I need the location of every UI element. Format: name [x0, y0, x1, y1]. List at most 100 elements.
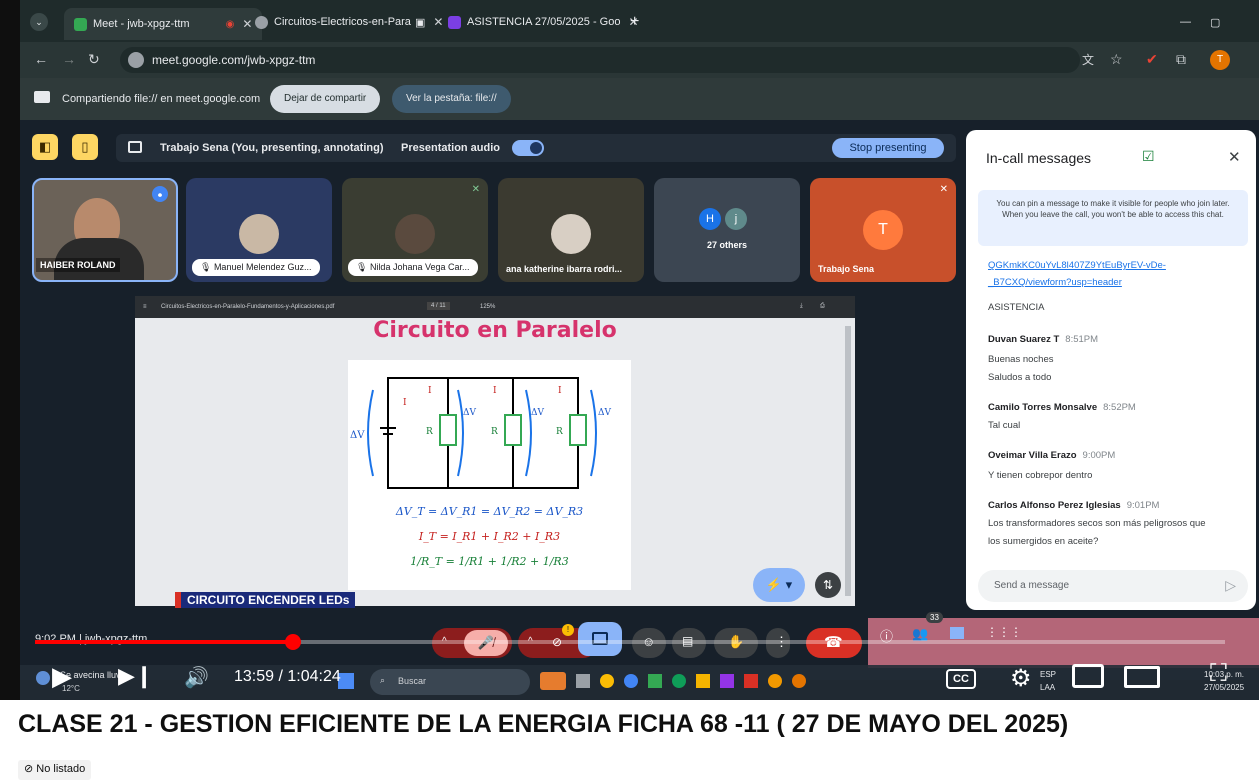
participant-tile[interactable]: ana katherine ibarra rodri... — [498, 178, 644, 282]
svg-text:R: R — [556, 427, 563, 437]
extensions-icon[interactable]: ⧉ — [1176, 51, 1186, 68]
chrome-icon[interactable] — [600, 674, 614, 688]
back-icon[interactable]: ← — [34, 51, 48, 67]
message-time: 8:52PM — [1103, 402, 1136, 413]
form-link-line: QGKmkKC0uYvL8l407Z9YtEuByrEV-vDe- — [988, 260, 1166, 271]
participant-tile[interactable]: ✕ 🎙 Nilda Johana Vega Car... — [342, 178, 488, 282]
edge-icon[interactable] — [672, 674, 686, 688]
avatar — [395, 214, 435, 254]
in-call-messages-panel: In-call messages ☑ ✕ You can pin a messa… — [966, 130, 1256, 610]
pdf-zoom[interactable]: 125% — [480, 304, 495, 310]
presentation-audio-label: Presentation audio — [401, 142, 501, 154]
taskbar-app-icon[interactable] — [576, 674, 590, 688]
video-player[interactable]: ⌄ Meet - jwb-xpgz-ttm ◉ ✕ Circuitos-Elec… — [0, 0, 1259, 700]
svg-text:ΔV: ΔV — [350, 430, 365, 441]
pin-check-icon[interactable]: ☑ — [1142, 148, 1155, 165]
site-info-icon[interactable] — [128, 52, 144, 68]
taskbar-search[interactable]: ⌕ Buscar — [370, 669, 530, 695]
tab-menu-button[interactable]: ⌄ — [30, 10, 48, 34]
message-time: 9:00PM — [1082, 450, 1116, 461]
present-button[interactable] — [578, 622, 622, 656]
settings-gear-icon[interactable]: ⚙ — [1010, 664, 1032, 693]
message-time: 8:51PM — [1065, 334, 1099, 345]
svg-text:R: R — [491, 427, 498, 437]
video-title: CLASE 21 - GESTION EFICIENTE DE LA ENERG… — [18, 710, 1069, 738]
next-icon[interactable]: ▶❙ — [118, 663, 153, 689]
subtitles-button[interactable]: CC — [946, 669, 976, 689]
forward-icon[interactable]: → — [62, 51, 76, 67]
url-text: meet.google.com/jwb-xpgz-ttm — [152, 53, 316, 67]
tab-circuitos[interactable]: Circuitos-Electricos-en-Para ▣ ✕ — [255, 10, 443, 34]
bookmark-star-icon[interactable]: ☆ — [1110, 51, 1123, 68]
formula-current: I_T = I_R1 + I_R2 + I_R3 — [418, 530, 561, 543]
activities-icon[interactable]: ⋮⋮⋮ — [986, 625, 1022, 639]
recording-icon: ◉ — [225, 18, 235, 30]
volume-icon[interactable]: 🔊 — [184, 665, 209, 690]
form-link[interactable]: QGKmkKC0uYvL8l407Z9YtEuByrEV-vDe- _B7CXQ… — [988, 260, 1166, 288]
scrubber-handle[interactable] — [285, 634, 301, 650]
folder-icon[interactable] — [696, 674, 710, 688]
mic-off-icon: ✕ — [471, 184, 480, 195]
svg-text:ΔV: ΔV — [531, 408, 544, 418]
svg-text:R: R — [426, 427, 433, 437]
presenting-label: Trabajo Sena (You, presenting, annotatin… — [160, 142, 384, 154]
taskbar-app-icon[interactable] — [720, 674, 734, 688]
view-tab-button[interactable]: Ver la pestaña: file:// — [392, 85, 511, 113]
move-toolbar-icon[interactable]: ⇅ — [815, 572, 841, 598]
url-field[interactable]: meet.google.com/jwb-xpgz-ttm — [120, 47, 1080, 73]
taskbar-app-icon[interactable] — [744, 674, 758, 688]
pdf-scrollbar[interactable] — [845, 326, 851, 596]
close-icon[interactable]: ✕ — [242, 17, 252, 31]
taskbar-app-icon[interactable] — [624, 674, 638, 688]
download-icon[interactable]: ⤓ — [800, 303, 803, 310]
pdf-page-indicator[interactable]: 4 / 11 — [427, 302, 450, 310]
extension-check-icon[interactable]: ✔ — [1146, 51, 1158, 68]
minimize-button[interactable]: — — [1180, 10, 1191, 34]
stop-sharing-button[interactable]: Dejar de compartir — [270, 85, 381, 113]
taskbar-app-icon[interactable] — [540, 672, 566, 690]
message-input[interactable]: Send a message ▷ — [978, 570, 1248, 602]
svg-text:I: I — [428, 386, 432, 396]
menu-icon[interactable]: ≡ — [143, 304, 147, 310]
screen-share-icon — [34, 91, 50, 103]
fullscreen-icon[interactable]: ⛶ — [1210, 660, 1227, 688]
sharing-text: Compartiendo file:// en meet.google.com — [62, 93, 261, 105]
layout-icon[interactable]: ▯ — [72, 134, 98, 160]
chat-icon[interactable] — [950, 627, 964, 639]
pdf-viewer[interactable]: ≡ Circuitos-Electricos-en-Paralelo-Funda… — [135, 296, 855, 608]
close-icon[interactable]: ✕ — [1228, 148, 1241, 166]
chrome-icon[interactable] — [792, 674, 806, 688]
send-icon[interactable]: ▷ — [1225, 577, 1236, 594]
restore-button[interactable]: ▢ — [1210, 10, 1220, 34]
pin-toggle-icon[interactable]: ◧ — [32, 134, 58, 160]
pdf-filename: Circuitos-Electricos-en-Paralelo-Fundame… — [161, 304, 335, 310]
visibility-badge: ⊘ No listado — [18, 760, 92, 780]
close-icon[interactable]: ✕ — [433, 15, 443, 29]
video-info: CLASE 21 - GESTION EFICIENTE DE LA ENERG… — [0, 700, 1259, 780]
theater-mode-icon[interactable] — [1124, 666, 1160, 688]
participant-tile[interactable]: ✕ T Trabajo Sena — [810, 178, 956, 282]
message-sender: Camilo Torres Monsalve 8:52PM — [988, 402, 1136, 413]
present-icon — [128, 141, 142, 153]
taskbar-app-icon[interactable] — [648, 674, 662, 688]
tab-asistencia[interactable]: ASISTENCIA 27/05/2025 - Goo ✕ — [448, 10, 639, 34]
tab-meet[interactable]: Meet - jwb-xpgz-ttm ◉ ✕ — [64, 8, 263, 40]
participant-tile-others[interactable]: H j 27 others — [654, 178, 800, 282]
message-text: Buenas noches — [988, 354, 1054, 365]
miniplayer-icon[interactable] — [1072, 664, 1104, 688]
stop-presenting-button[interactable]: Stop presenting — [832, 138, 944, 158]
participant-tile[interactable]: 🎙 Manuel Melendez Guz... — [186, 178, 332, 282]
panel-title: In-call messages — [986, 150, 1092, 166]
svg-text:I: I — [558, 386, 562, 396]
print-icon[interactable]: ⎙ — [820, 303, 825, 310]
participant-tile[interactable]: ⦁ HAIBER ROLAND — [32, 178, 178, 282]
new-tab-button[interactable]: + — [630, 10, 639, 34]
annotate-tool-button[interactable]: ⚡ ▾ — [753, 568, 805, 602]
profile-avatar[interactable]: T — [1210, 50, 1230, 70]
presentation-audio-toggle[interactable] — [512, 140, 544, 156]
reload-icon[interactable]: ↻ — [88, 51, 100, 68]
sender-name: Camilo Torres Monsalve — [988, 402, 1098, 413]
play-icon[interactable]: ▶ — [52, 661, 72, 692]
translate-icon[interactable]: 文 — [1082, 51, 1094, 68]
chrome-icon[interactable] — [768, 674, 782, 688]
